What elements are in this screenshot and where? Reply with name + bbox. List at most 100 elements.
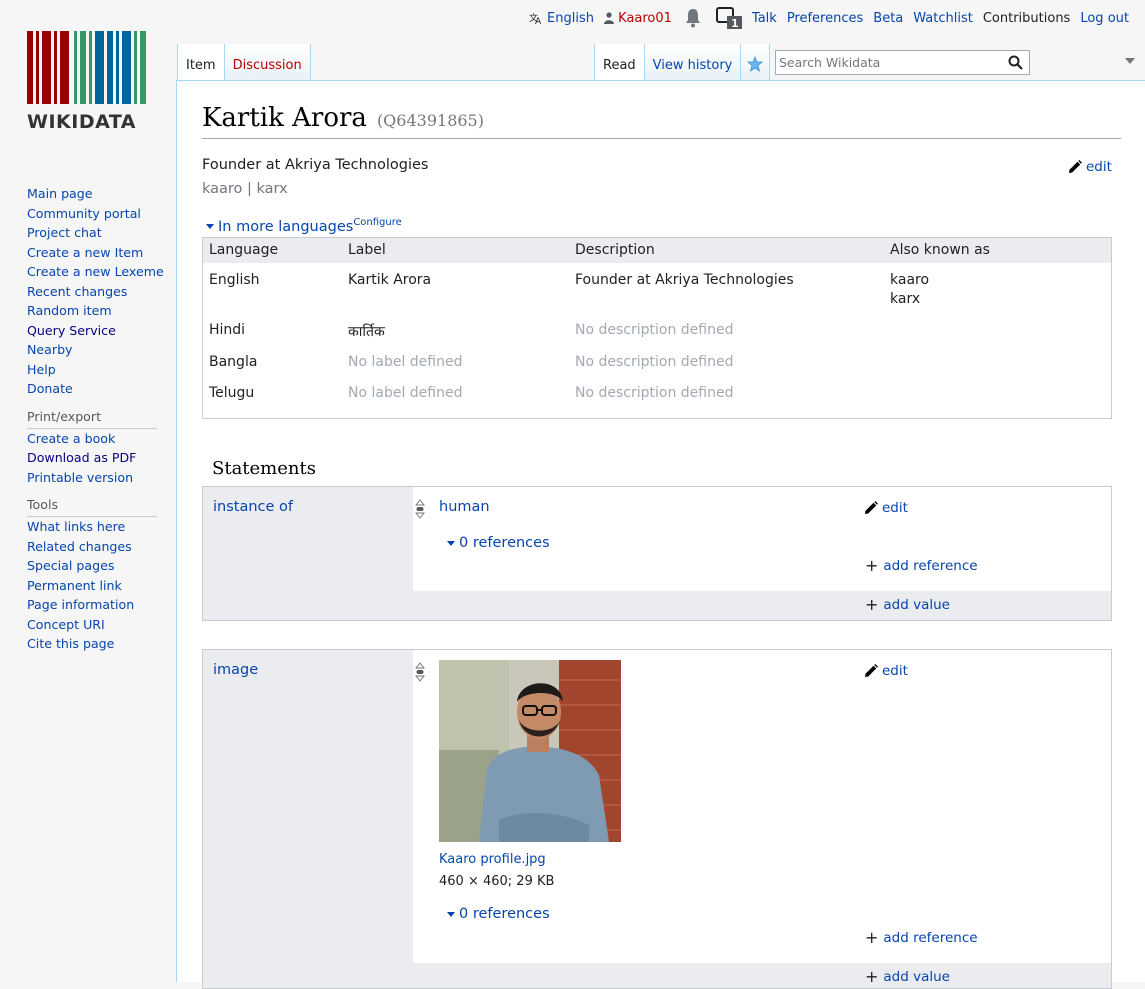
- username: Kaaro01: [618, 10, 672, 26]
- rank-selector-icon[interactable]: [415, 499, 425, 519]
- row-language: English: [209, 272, 260, 288]
- tab-view-history[interactable]: View history: [644, 44, 742, 80]
- tools-page-information[interactable]: Page information: [27, 597, 134, 612]
- nav-random-item[interactable]: Random item: [27, 303, 112, 318]
- statements-heading: Statements: [212, 458, 316, 479]
- tools-concept-uri[interactable]: Concept URI: [27, 617, 105, 632]
- print-printable-version[interactable]: Printable version: [27, 470, 133, 485]
- language-selector[interactable]: 文A English: [529, 11, 594, 26]
- add-reference-label: add reference: [883, 558, 978, 574]
- row-description: No description defined: [575, 354, 734, 370]
- nav-project-chat[interactable]: Project chat: [27, 225, 102, 240]
- header-description: Description: [575, 242, 655, 258]
- entity-aliases: kaaro | karx: [202, 181, 288, 197]
- row-label: No label defined: [348, 354, 463, 370]
- navigation-menu: Main page Community portal Project chat …: [27, 184, 164, 399]
- plus-icon: +: [865, 967, 879, 986]
- tab-item[interactable]: Item: [177, 44, 225, 80]
- user-icon: [603, 12, 614, 24]
- configure-link[interactable]: Configure: [353, 217, 401, 228]
- print-create-book[interactable]: Create a book: [27, 431, 115, 446]
- row-description: Founder at Akriya Technologies: [575, 272, 794, 288]
- notifications-alerts[interactable]: [684, 8, 702, 28]
- print-export-portal: Print/export Create a book Download as P…: [27, 408, 157, 488]
- star-icon: [747, 56, 764, 72]
- nav-community-portal[interactable]: Community portal: [27, 206, 141, 221]
- user-link[interactable]: Kaaro01: [603, 10, 672, 26]
- namespace-tabs: Item Discussion: [177, 44, 311, 80]
- image-file-link[interactable]: Kaaro profile.jpg: [439, 852, 546, 867]
- statement-edit-link[interactable]: edit: [864, 500, 908, 516]
- add-reference-link[interactable]: + add reference: [865, 558, 978, 575]
- references-toggle[interactable]: 0 references: [447, 535, 550, 551]
- statement-edit-label: edit: [882, 500, 908, 516]
- contributions-link[interactable]: Contributions: [983, 11, 1071, 26]
- tab-discussion-label: Discussion: [232, 58, 302, 73]
- photo-image: [439, 660, 621, 842]
- add-value-link[interactable]: + add value: [865, 597, 950, 614]
- add-value-link[interactable]: + add value: [865, 967, 950, 986]
- sidebar: Main page Community portal Project chat …: [27, 184, 164, 654]
- add-reference-link[interactable]: + add reference: [865, 928, 978, 947]
- add-value-label: add value: [883, 969, 950, 985]
- nav-recent-changes[interactable]: Recent changes: [27, 284, 127, 299]
- languages-table: Language Label Description Also known as…: [202, 237, 1112, 419]
- tools-related-changes[interactable]: Related changes: [27, 539, 132, 554]
- translate-icon: 文A: [529, 12, 542, 25]
- tab-discussion[interactable]: Discussion: [224, 44, 311, 80]
- tools-heading: Tools: [27, 496, 157, 517]
- beta-link[interactable]: Beta: [873, 11, 903, 26]
- entity-id: (Q64391865): [376, 111, 484, 130]
- nav-donate[interactable]: Donate: [27, 381, 73, 396]
- property-instance-of[interactable]: instance of: [213, 499, 293, 515]
- profile-photo-thumbnail[interactable]: [439, 660, 621, 842]
- row-language: Telugu: [209, 385, 255, 401]
- preferences-link[interactable]: Preferences: [787, 11, 863, 26]
- header-edit-link[interactable]: edit: [1068, 159, 1112, 175]
- logo-barcode: [27, 31, 149, 104]
- value-human[interactable]: human: [439, 499, 490, 515]
- plus-icon: +: [865, 928, 879, 947]
- header-aliases: Also known as: [890, 242, 990, 258]
- tab-read[interactable]: Read: [594, 44, 645, 80]
- row-label: कार्तिक: [348, 324, 385, 340]
- page-title: Kartik Arora (Q64391865): [202, 103, 1121, 139]
- watchlist-link[interactable]: Watchlist: [913, 11, 973, 26]
- references-toggle[interactable]: 0 references: [447, 906, 550, 922]
- nav-create-lexeme[interactable]: Create a new Lexeme: [27, 264, 164, 279]
- property-image[interactable]: image: [213, 662, 258, 678]
- statement-edit-link[interactable]: edit: [864, 663, 908, 679]
- search-input[interactable]: Search Wikidata: [775, 50, 1030, 75]
- rank-selector-icon[interactable]: [415, 662, 425, 682]
- row-language: Bangla: [209, 354, 258, 370]
- logout-link[interactable]: Log out: [1080, 11, 1129, 26]
- tools-permanent-link[interactable]: Permanent link: [27, 578, 122, 593]
- more-menu-caret-icon[interactable]: [1125, 58, 1135, 64]
- nav-query-service[interactable]: Query Service: [27, 323, 116, 338]
- expand-triangle-icon: [206, 224, 214, 230]
- nav-help[interactable]: Help: [27, 362, 56, 377]
- more-languages-label: In more languages: [218, 218, 354, 235]
- tab-view-history-label: View history: [652, 58, 733, 73]
- notifications-notices[interactable]: 1: [715, 7, 742, 29]
- svg-text:1: 1: [731, 17, 739, 29]
- nav-main-page[interactable]: Main page: [27, 186, 93, 201]
- tools-special-pages[interactable]: Special pages: [27, 558, 114, 573]
- nav-create-item[interactable]: Create a new Item: [27, 245, 143, 260]
- row-language: Hindi: [209, 322, 246, 338]
- watch-star-button[interactable]: [741, 44, 771, 80]
- talk-link[interactable]: Talk: [752, 11, 777, 26]
- image-metadata: 460 × 460; 29 KB: [439, 874, 555, 889]
- wikidata-logo[interactable]: WIKIDATA: [27, 31, 149, 133]
- statement-group-image: image Kaaro profile.jpg 460 × 460; 29 KB…: [202, 649, 1112, 989]
- tools-what-links-here[interactable]: What links here: [27, 519, 125, 534]
- content: Kartik Arora (Q64391865) Founder at Akriy…: [176, 80, 1145, 989]
- add-value-label: add value: [883, 597, 950, 613]
- nav-nearby[interactable]: Nearby: [27, 342, 73, 357]
- more-languages-toggle[interactable]: In more languagesConfigure: [206, 217, 402, 235]
- tools-cite-page[interactable]: Cite this page: [27, 636, 114, 651]
- print-download-pdf[interactable]: Download as PDF: [27, 450, 136, 465]
- personal-tools: 文A English Kaaro01 1 Talk Preferences Be…: [519, 7, 1129, 29]
- references-label: 0 references: [459, 535, 550, 551]
- search-icon[interactable]: [1008, 55, 1023, 70]
